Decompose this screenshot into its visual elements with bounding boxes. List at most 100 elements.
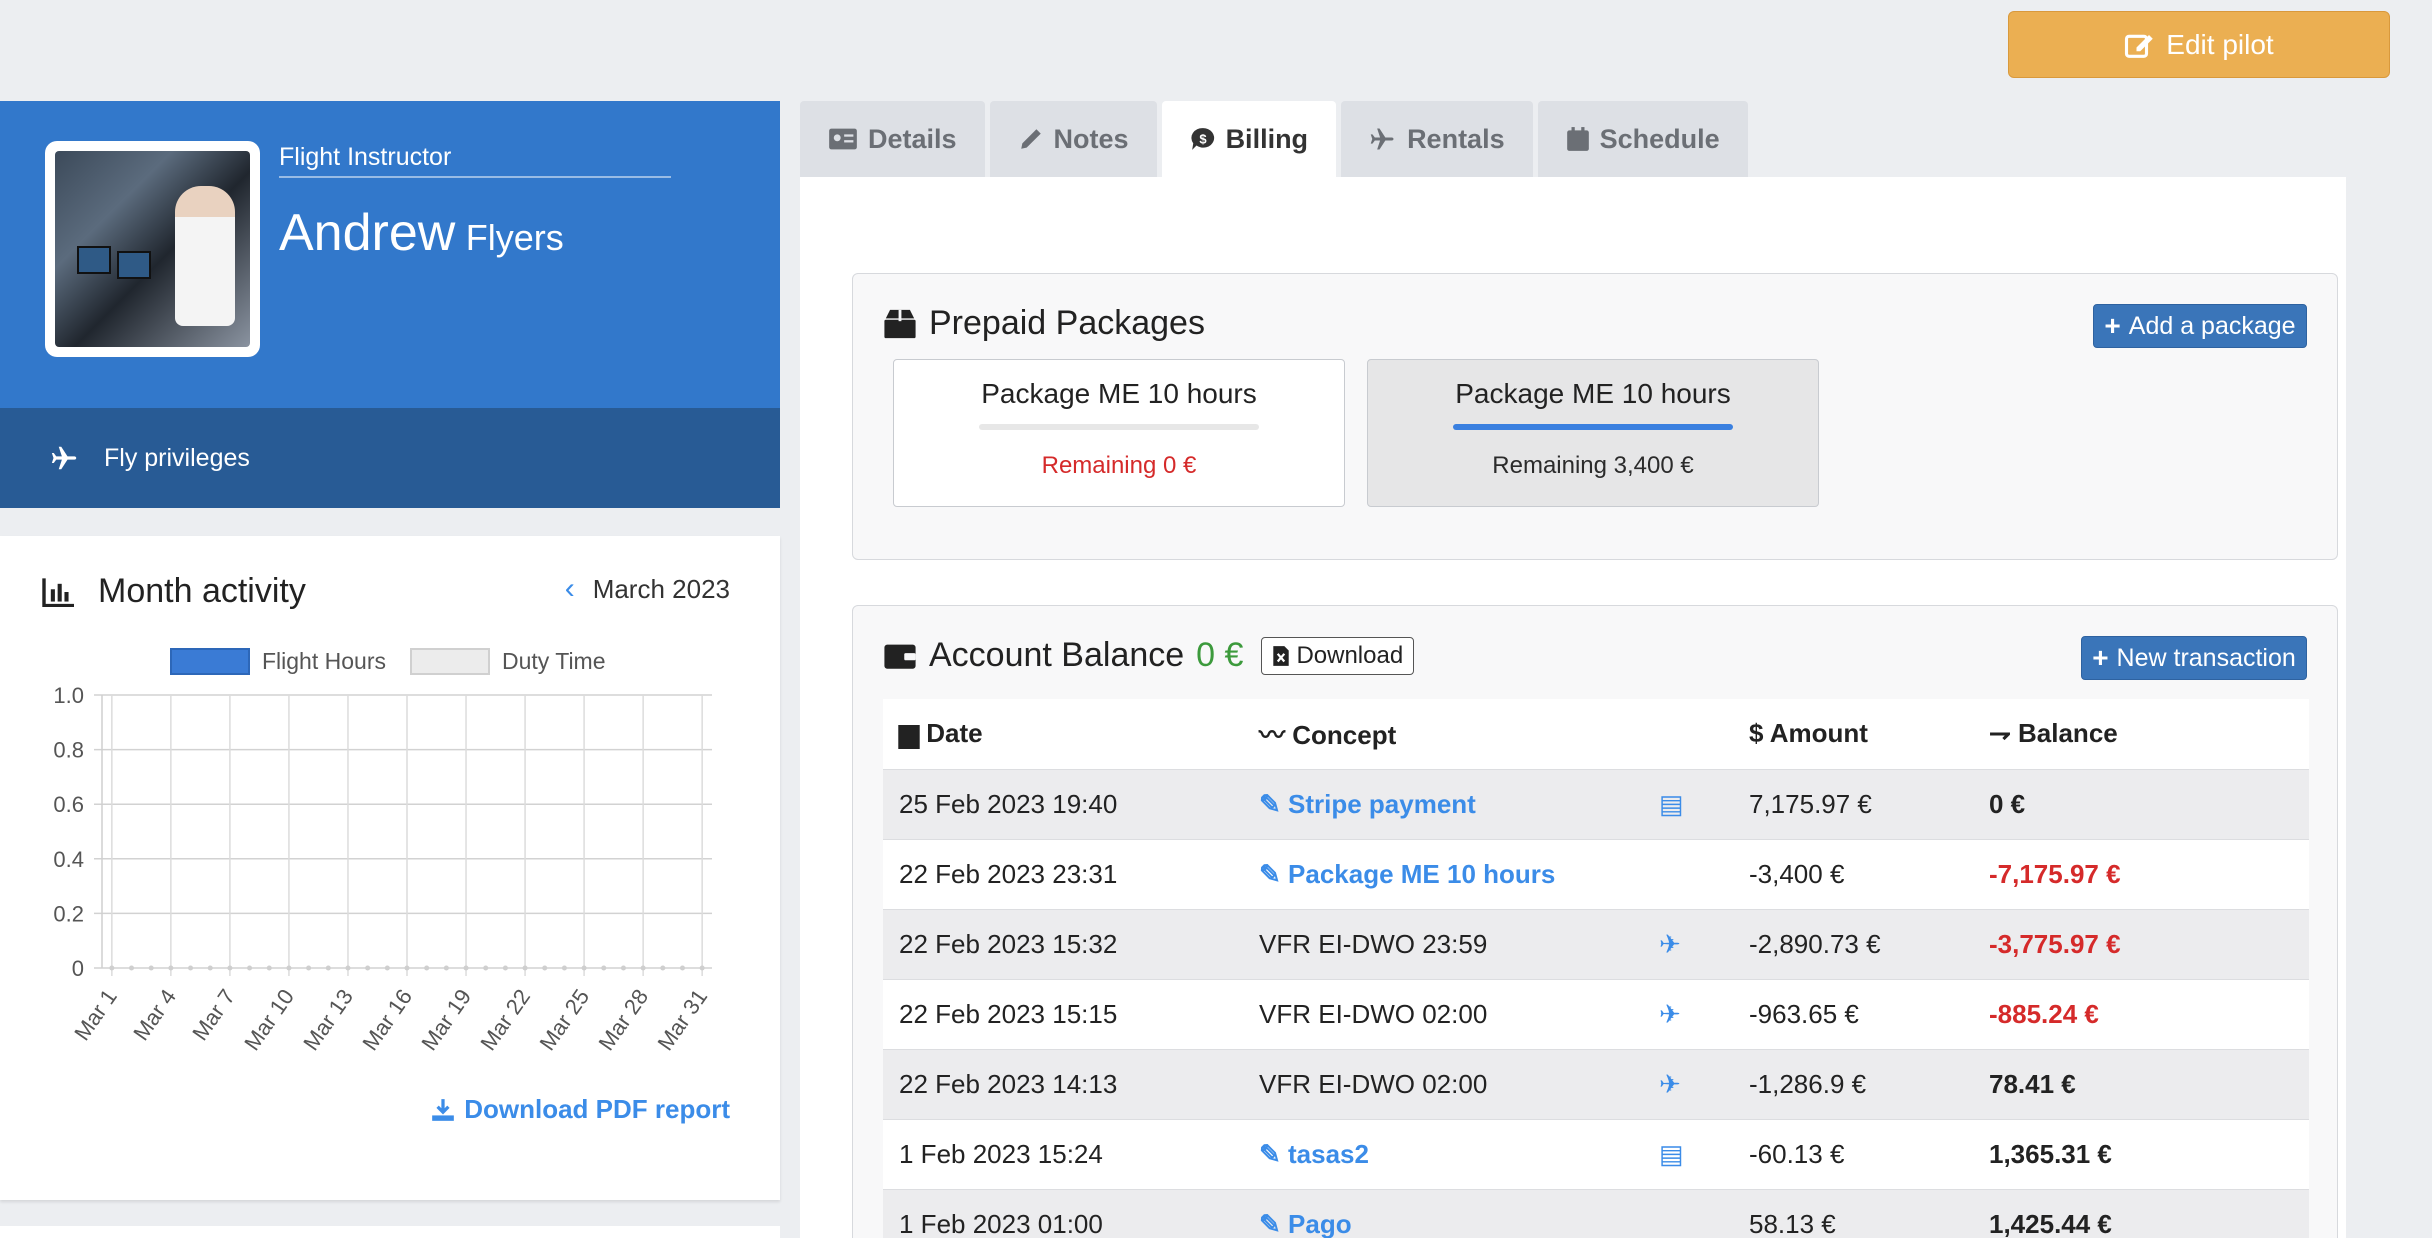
baseline-point [601,965,607,971]
tab-rentals[interactable]: Rentals [1341,101,1533,177]
row-concept-link[interactable]: ✎ tasas2 [1243,1118,1643,1189]
download-icon [432,1098,455,1121]
baseline-point [483,965,489,971]
tab-details[interactable]: Details [800,101,985,177]
new-transaction-button[interactable]: + New transaction [2081,636,2307,680]
edit-icon [2125,34,2154,58]
tab-notes[interactable]: Notes [989,101,1157,177]
y-tick-label: 0.2 [53,901,84,926]
baseline-point [345,965,351,971]
pilot-name: Andrew Flyers [279,203,564,263]
receipt-icon[interactable]: ▤ [1643,768,1733,839]
x-tick-label: Mar 10 [239,985,299,1055]
x-tick-label: Mar 28 [593,985,653,1055]
table-row[interactable]: 22 Feb 2023 15:32 VFR EI-DWO 23:59 ✈ -2,… [883,908,2309,979]
edit-icon: ✎ [1259,858,1289,889]
download-pdf-link[interactable]: Download PDF report [430,1094,730,1125]
row-amount: -1,286.9 € [1733,1048,1973,1119]
column-amount[interactable]: $ Amount [1733,699,1973,769]
month-selector[interactable]: ‹ March 2023 [565,572,730,606]
flight-departure-icon[interactable]: ✈ [1643,908,1733,979]
baseline-point [699,965,705,971]
row-concept-link[interactable]: ✎ Stripe payment [1243,768,1643,839]
tab-billing[interactable]: $ Billing [1161,101,1337,177]
table-row[interactable]: 1 Feb 2023 15:24 ✎ tasas2 ▤ -60.13 € 1,3… [883,1118,2309,1189]
row-concept: Package ME 10 hours [1288,858,1556,889]
y-tick-label: 1.0 [53,683,84,708]
table-row[interactable]: 22 Feb 2023 14:13 VFR EI-DWO 02:00 ✈ -1,… [883,1048,2309,1119]
row-concept-link[interactable]: ✎ Package ME 10 hours [1243,838,1643,909]
flight-departure-icon[interactable]: ✈ [1643,978,1733,1049]
receipt-icon[interactable]: ▤ [1643,1118,1733,1189]
row-balance: -3,775.97 € [1973,908,2309,979]
row-concept: VFR EI-DWO 02:00 [1243,1048,1643,1119]
transactions-table: ▆ Date 〰 Concept $ Amount ⇁ Balance 25 F… [883,699,2309,1238]
profile-header: Flight Instructor Andrew Flyers [0,101,780,409]
fly-privileges-label: Fly privileges [104,443,250,472]
calendar-icon [1566,127,1589,151]
download-balance-button[interactable]: Download [1261,636,1415,675]
legend-label-flight-hours: Flight Hours [262,648,386,674]
baseline-point [168,965,174,971]
baseline-point [660,965,666,971]
chevron-left-icon[interactable]: ‹ [565,572,575,606]
y-tick-label: 0.4 [53,847,84,872]
row-amount: -2,890.73 € [1733,908,1973,979]
x-tick-label: Mar 16 [357,985,417,1055]
baseline-point [463,965,469,971]
tab-schedule[interactable]: Schedule [1537,101,1748,177]
tab-schedule-label: Schedule [1599,123,1720,154]
column-concept-label: Concept [1292,720,1397,751]
edit-pilot-button[interactable]: Edit pilot [2008,11,2390,78]
month-activity-header: Month activity [42,572,306,611]
pilot-role: Flight Instructor [279,143,671,178]
plus-icon: + [2104,310,2121,341]
fly-privileges-item[interactable]: Fly privileges [0,408,780,508]
signature-icon: 〰 [1259,720,1293,751]
row-concept: VFR EI-DWO 02:00 [1243,978,1643,1049]
tab-billing-label: Billing [1225,123,1309,154]
package-card[interactable]: Package ME 10 hours Remaining 3,400 € [1367,359,1819,507]
legend-swatch-duty-time [409,648,490,675]
table-row[interactable]: 25 Feb 2023 19:40 ✎ Stripe payment ▤ 7,1… [883,768,2309,839]
baseline-point [522,965,528,971]
legend-swatch-flight-hours [170,648,250,675]
package-card[interactable]: Package ME 10 hours Remaining 0 € [893,359,1345,507]
pilot-tabs: Details Notes $ Billing Rentals Schedule [800,101,1748,177]
baseline-point [325,965,331,971]
row-concept-link[interactable]: ✎ Pago [1243,1188,1643,1238]
edit-icon: ✎ [1259,1208,1289,1238]
row-concept: Stripe payment [1288,788,1476,819]
id-card-icon [829,128,857,150]
package-progress [979,424,1259,430]
flight-departure-icon[interactable]: ✈ [1643,1048,1733,1119]
baseline-point [561,965,567,971]
baseline-point [542,965,548,971]
baseline-point [502,965,508,971]
column-balance-label: Balance [2018,718,2118,749]
column-date[interactable]: ▆ Date [883,699,1243,769]
account-balance-amount: 0 € [1196,636,1244,674]
column-date-label: Date [926,718,983,749]
row-concept: Pago [1288,1208,1352,1238]
baseline-point [266,965,272,971]
row-concept: VFR EI-DWO 23:59 [1243,908,1643,979]
baseline-point [109,965,115,971]
account-balance-title: Account Balance [929,636,1185,674]
table-row[interactable]: 1 Feb 2023 01:00 ✎ Pago 58.13 € 1,425.44… [883,1188,2309,1238]
add-package-label: Add a package [2128,311,2296,340]
column-balance[interactable]: ⇁ Balance [1973,699,2309,769]
pencil-icon [1020,129,1041,149]
table-header-row: ▆ Date 〰 Concept $ Amount ⇁ Balance [883,699,2309,769]
y-tick-label: 0.6 [53,792,84,817]
chart-legend: Flight Hours Duty Time [170,648,606,675]
row-date: 22 Feb 2023 15:32 [883,908,1243,979]
table-row[interactable]: 22 Feb 2023 15:15 VFR EI-DWO 02:00 ✈ -96… [883,978,2309,1049]
account-balance-header: Account Balance 0 € Download [883,636,1415,675]
column-concept[interactable]: 〰 Concept [1243,699,1643,769]
prepaid-packages-card: Prepaid Packages + Add a package Package… [852,273,2338,560]
add-package-button[interactable]: + Add a package [2093,304,2307,348]
x-tick-label: Mar 19 [416,985,476,1055]
baseline-point [620,965,626,971]
table-row[interactable]: 22 Feb 2023 23:31 ✎ Package ME 10 hours … [883,838,2309,909]
